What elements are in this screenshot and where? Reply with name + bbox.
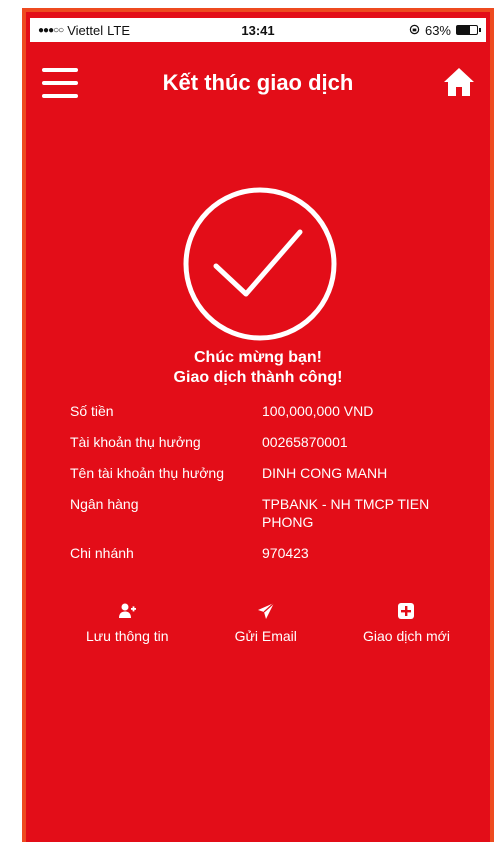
success-message: Chúc mừng bạn! Giao dịch thành công!	[26, 348, 490, 388]
detail-row-account-name: Tên tài khoản thụ hưởng DINH CONG MANH	[70, 464, 470, 482]
detail-label: Tài khoản thụ hưởng	[70, 434, 201, 450]
network-type: LTE	[107, 22, 130, 38]
detail-value: 100,000,000 VND	[262, 403, 374, 419]
transaction-details: Số tiền 100,000,000 VND Tài khoản thụ hư…	[70, 402, 470, 575]
detail-value: DINH CONG MANH	[262, 465, 388, 481]
save-info-button[interactable]: Lưu thông tin	[86, 602, 169, 644]
home-icon[interactable]	[442, 66, 476, 98]
detail-value: 00265870001	[262, 434, 348, 450]
congrats-line: Chúc mừng bạn!	[193, 349, 323, 366]
new-transaction-button[interactable]: Giao dịch mới	[363, 602, 450, 644]
detail-row-branch: Chi nhánh 970423	[70, 544, 470, 562]
add-user-icon	[119, 603, 137, 618]
battery-level-fill	[457, 26, 470, 34]
status-left: ●●●○○ Viettel LTE	[38, 23, 188, 38]
detail-value: 970423	[262, 545, 309, 561]
detail-label: Chi nhánh	[70, 545, 134, 561]
plus-square-icon	[398, 603, 415, 619]
menu-bar-line	[42, 81, 78, 85]
carrier-name: Viettel	[67, 22, 104, 38]
menu-icon[interactable]	[42, 68, 78, 98]
status-right: 63%	[328, 22, 481, 38]
action-label: Lưu thông tin	[86, 628, 169, 644]
check-circle-icon	[183, 187, 337, 341]
detail-label: Ngân hàng	[70, 496, 139, 512]
page-title: Kết thúc giao dịch	[162, 70, 354, 95]
orientation-lock-icon	[409, 23, 420, 38]
status-time: 13:41	[241, 22, 275, 38]
detail-label: Tên tài khoản thụ hưởng	[70, 465, 224, 481]
battery-percent: 63%	[424, 22, 451, 38]
detail-row-amount: Số tiền 100,000,000 VND	[70, 402, 470, 420]
app-screen: ●●●○○ Viettel LTE 13:41 63% Kết thúc gia…	[22, 8, 494, 842]
nav-bar: Kết thúc giao dịch	[26, 52, 490, 114]
detail-label: Số tiền	[70, 403, 114, 419]
send-email-button[interactable]: Gửi Email	[235, 602, 297, 644]
menu-bar-line	[42, 68, 78, 72]
detail-value: TPBANK - NH TMCP TIEN PHONG	[262, 496, 430, 530]
menu-bar-line	[42, 94, 78, 98]
detail-row-account: Tài khoản thụ hưởng 00265870001	[70, 433, 470, 451]
send-icon	[257, 602, 275, 619]
signal-strength-icon: ●●●○○	[38, 24, 64, 36]
action-bar: Lưu thông tin Gửi Email Giao dịch mới	[86, 602, 450, 644]
battery-icon	[456, 25, 481, 35]
status-bar: ●●●○○ Viettel LTE 13:41 63%	[30, 18, 486, 42]
success-line: Giao dịch thành công!	[173, 369, 343, 386]
action-label: Gửi Email	[234, 628, 297, 644]
action-label: Giao dịch mới	[362, 628, 450, 644]
detail-row-bank: Ngân hàng TPBANK - NH TMCP TIEN PHONG	[70, 495, 470, 531]
